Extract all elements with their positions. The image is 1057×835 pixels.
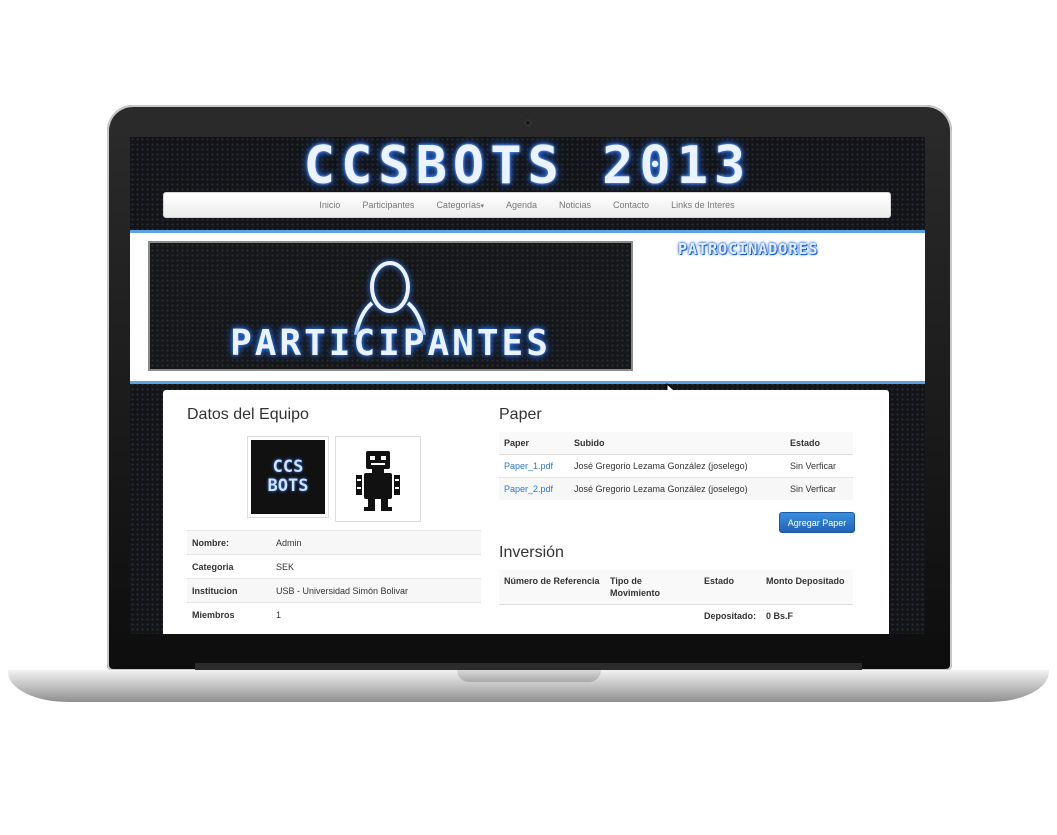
field-value: 1: [271, 602, 481, 626]
table-header-row: Paper Subido Estado: [499, 432, 853, 455]
table-row: Miembros 1: [187, 602, 481, 626]
field-label: Institucion: [187, 578, 271, 603]
nav-inicio[interactable]: Inicio: [319, 200, 340, 210]
nav-contacto[interactable]: Contacto: [613, 200, 649, 210]
column-header: Paper: [499, 432, 569, 455]
table-row: Institucion USB - Universidad Simón Boli…: [187, 578, 481, 603]
field-label: Categoria: [187, 554, 271, 579]
banner-band: PARTICIPANTES PATROCINADORES: [130, 230, 925, 397]
table-header-row: Número de Referencia Tipo de Movimiento …: [499, 570, 853, 605]
paper-file-link[interactable]: Paper_2.pdf: [499, 477, 569, 500]
navbar: Inicio Participantes Categorías▾ Agenda …: [163, 192, 891, 218]
column-header: Estado: [699, 570, 762, 605]
nav-links[interactable]: Links de Interes: [671, 200, 735, 210]
empty-cell: [499, 605, 605, 628]
nav-noticias[interactable]: Noticias: [559, 200, 591, 210]
team-logo: CCS BOTS: [247, 436, 329, 518]
camera-icon: [524, 119, 532, 127]
field-value: USB - Universidad Simón Bolivar: [271, 578, 481, 603]
total-value: 0 Bs.F: [766, 611, 794, 621]
table-total-row: Depositado: 0 Bs.F: [499, 605, 853, 628]
paper-uploader: José Gregorio Lezama González (joselego): [569, 477, 785, 500]
paper-status: Sin Verficar: [785, 477, 853, 500]
paper-file-link[interactable]: Paper_1.pdf: [499, 454, 569, 478]
team-logo-line-2: BOTS: [267, 476, 309, 496]
paper-heading: Paper: [499, 406, 542, 423]
sponsors-heading: PATROCINADORES: [678, 240, 819, 258]
column-header: Número de Referencia: [499, 570, 605, 605]
team-heading: Datos del Equipo: [187, 406, 309, 423]
paper-status: Sin Verficar: [785, 454, 853, 478]
investment-heading: Inversión: [499, 544, 564, 561]
paper-table: Paper Subido Estado Paper_1.pdf José Gre…: [499, 432, 853, 500]
column-header: Subido: [569, 432, 785, 455]
screen: CCSBOTS 2013 Inicio Participantes Catego…: [130, 137, 925, 634]
table-row: Nombre: Admin: [187, 530, 481, 555]
nav-categorias[interactable]: Categorías▾: [436, 200, 484, 210]
field-label: Nombre:: [187, 530, 271, 555]
robot-icon: [356, 451, 400, 511]
caret-down-icon: ▾: [480, 203, 484, 210]
nav-participantes[interactable]: Participantes: [362, 200, 414, 210]
column-header: Estado: [785, 432, 853, 455]
nav-agenda[interactable]: Agenda: [506, 200, 537, 210]
table-row: Categoria SEK: [187, 554, 481, 579]
column-header: Tipo de Movimiento: [605, 570, 699, 605]
field-value: Admin: [271, 530, 481, 555]
add-paper-button[interactable]: Agregar Paper: [779, 512, 855, 533]
paper-uploader: José Gregorio Lezama González (joselego): [569, 454, 785, 478]
column-header: Monto Depositado: [761, 570, 853, 605]
investment-table: Número de Referencia Tipo de Movimiento …: [499, 570, 853, 627]
team-avatar: [335, 436, 421, 522]
empty-cell: [605, 605, 699, 628]
team-logo-line-1: CCS: [272, 457, 304, 477]
field-label: Miembros: [187, 602, 271, 626]
site-title: CCSBOTS 2013: [303, 137, 752, 196]
nav-categorias-label: Categorías: [436, 200, 481, 210]
total-label: Depositado:: [704, 611, 757, 621]
banner-text: PARTICIPANTES: [230, 323, 551, 364]
participants-banner: PARTICIPANTES: [148, 241, 633, 371]
content-panel: Datos del Equipo CCS BOTS Nombre: Admin …: [163, 390, 889, 634]
team-info-table: Nombre: Admin Categoria SEK Institucion …: [187, 530, 481, 626]
laptop-notch: [457, 670, 601, 682]
field-value: SEK: [271, 554, 481, 579]
table-row: Paper_2.pdf José Gregorio Lezama Gonzále…: [499, 477, 853, 500]
table-row: Paper_1.pdf José Gregorio Lezama Gonzále…: [499, 454, 853, 478]
